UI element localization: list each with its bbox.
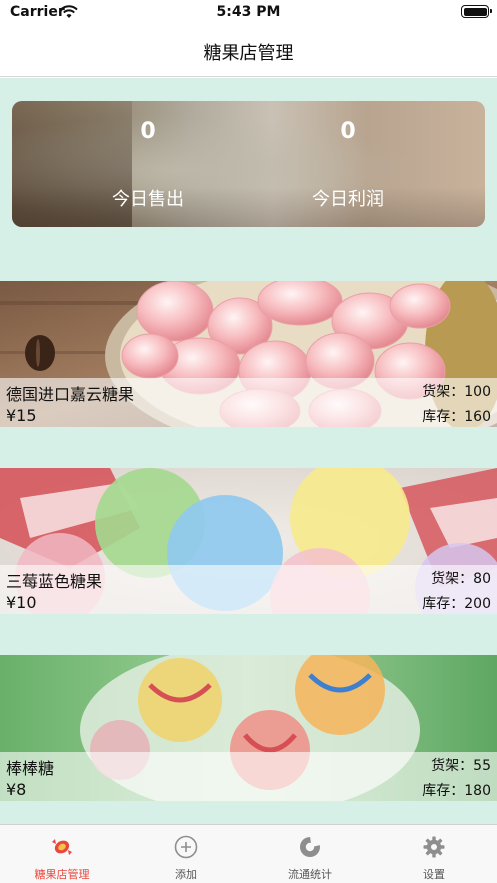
product-price: ¥15 <box>6 406 37 425</box>
gear-icon <box>423 836 445 858</box>
product-name: 德国进口嘉云糖果 <box>6 385 135 404</box>
product-shelf-count: 货架：55 <box>431 758 491 774</box>
today-profit-label: 今日利润 <box>312 189 384 210</box>
clock: 5:43 PM <box>216 4 281 20</box>
navigation-bar: 糖果店管理 <box>0 28 497 77</box>
product-price: ¥10 <box>6 593 37 612</box>
today-sold-label: 今日售出 <box>112 189 184 210</box>
battery-icon <box>461 5 492 18</box>
candy-icon <box>52 839 72 855</box>
product-price: ¥8 <box>6 780 27 799</box>
main-content[interactable]: 0 今日售出 0 今日利润 德国进口嘉云糖果 ¥15 货架：100 库存：160… <box>0 78 497 824</box>
product-name: 棒棒糖 <box>6 759 55 778</box>
today-profit-value: 0 <box>340 119 356 144</box>
product-shelf-count: 货架：80 <box>431 571 491 587</box>
today-profit-stat: 0 今日利润 <box>248 101 448 227</box>
tab-label: 流通统计 <box>288 868 332 881</box>
tab-statistics[interactable]: 流通统计 <box>248 825 372 883</box>
status-bar: Carrier 5:43 PM <box>0 0 497 28</box>
tab-label: 设置 <box>423 868 445 881</box>
tab-bar: 糖果店管理 添加 流通统计 设置 <box>0 824 497 883</box>
tab-add[interactable]: 添加 <box>124 825 248 883</box>
product-stock-count: 库存：160 <box>422 409 491 425</box>
daily-summary-card: 0 今日售出 0 今日利润 <box>12 101 485 227</box>
product-name: 三莓蓝色糖果 <box>6 572 103 591</box>
tab-candy-store[interactable]: 糖果店管理 <box>0 825 124 883</box>
tab-settings[interactable]: 设置 <box>372 825 496 883</box>
product-card[interactable]: 三莓蓝色糖果 ¥10 货架：80 库存：200 <box>0 468 497 614</box>
product-stock-count: 库存：180 <box>422 783 491 799</box>
product-stock-count: 库存：200 <box>422 596 491 612</box>
product-card[interactable]: 棒棒糖 ¥8 货架：55 库存：180 <box>0 655 497 801</box>
tab-label: 添加 <box>175 868 197 881</box>
tab-label: 糖果店管理 <box>34 868 90 881</box>
product-shelf-count: 货架：100 <box>422 384 491 400</box>
product-card[interactable]: 德国进口嘉云糖果 ¥15 货架：100 库存：160 <box>0 281 497 427</box>
today-sold-stat: 0 今日售出 <box>48 101 248 227</box>
add-circle-icon <box>174 835 198 859</box>
today-sold-value: 0 <box>140 119 156 144</box>
pie-chart-icon <box>300 836 321 857</box>
page-title: 糖果店管理 <box>203 43 294 64</box>
